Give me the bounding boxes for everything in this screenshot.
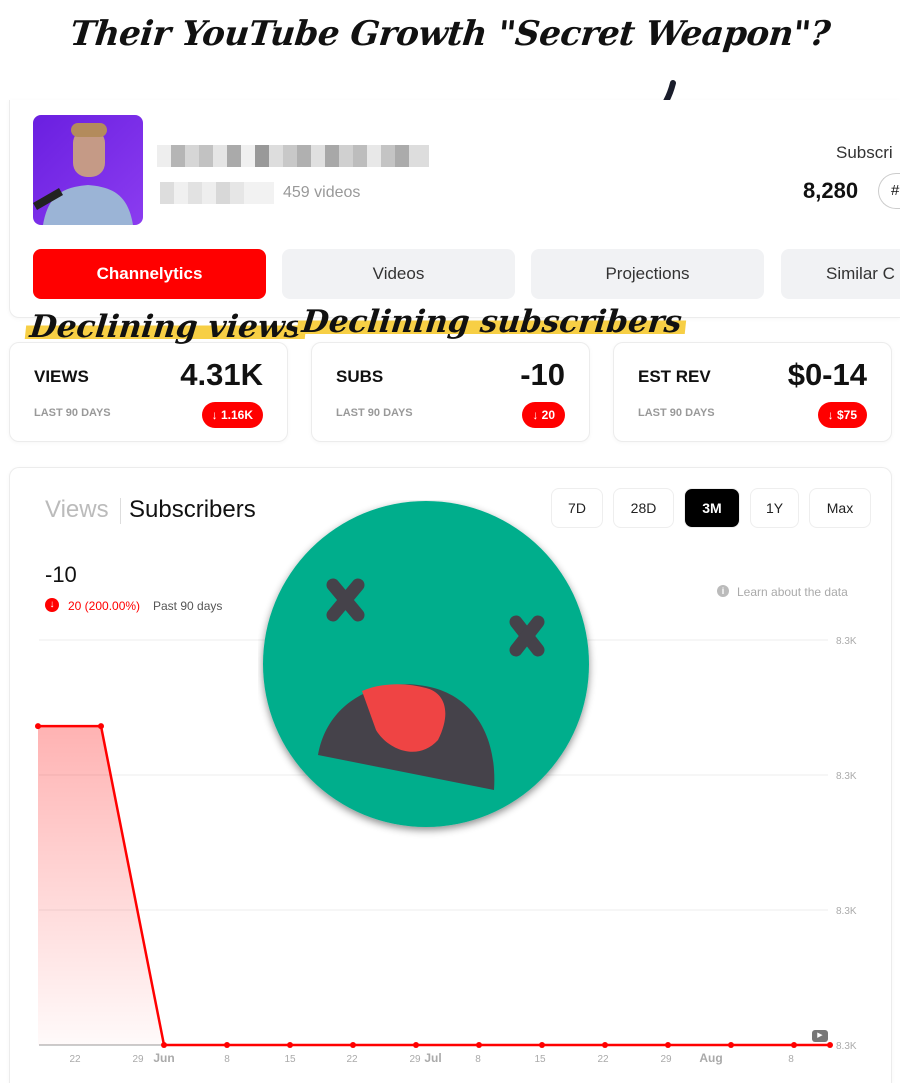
x-tick-label: 22: [597, 1054, 609, 1065]
y-tick-label: 8.3K: [836, 771, 857, 782]
x-tick-label: 15: [534, 1054, 546, 1065]
y-tick-label: 8.3K: [836, 906, 857, 917]
x-tick-label: 15: [284, 1054, 296, 1065]
x-tick-label: 8: [788, 1054, 794, 1065]
data-point: [413, 1042, 419, 1048]
x-tick-label: 8: [224, 1054, 230, 1065]
x-tick-label: 29: [409, 1054, 421, 1065]
data-point: [350, 1042, 356, 1048]
x-tick-label: 29: [132, 1054, 144, 1065]
data-point: [224, 1042, 230, 1048]
x-tick-label: Aug: [699, 1051, 722, 1065]
data-point: [602, 1042, 608, 1048]
x-tick-label: Jun: [153, 1051, 174, 1065]
dead-face-emoji-icon: [263, 501, 589, 827]
data-point: [665, 1042, 671, 1048]
data-point: [35, 723, 41, 730]
data-point: [98, 723, 104, 730]
x-tick-label: 8: [475, 1054, 481, 1065]
y-tick-label: 8.3K: [836, 1041, 857, 1052]
data-point: [791, 1042, 797, 1048]
data-point: [161, 1042, 167, 1048]
x-tick-label: 22: [346, 1054, 358, 1065]
youtube-icon: ▶: [812, 1030, 828, 1042]
x-tick-label: 29: [660, 1054, 672, 1065]
x-tick-label: Jul: [424, 1051, 441, 1065]
data-point: [476, 1042, 482, 1048]
data-point: [728, 1042, 734, 1048]
data-point: [827, 1042, 833, 1048]
x-tick-label: 22: [69, 1054, 81, 1065]
data-point: [287, 1042, 293, 1048]
data-point: [539, 1042, 545, 1048]
y-tick-label: 8.3K: [836, 636, 857, 647]
